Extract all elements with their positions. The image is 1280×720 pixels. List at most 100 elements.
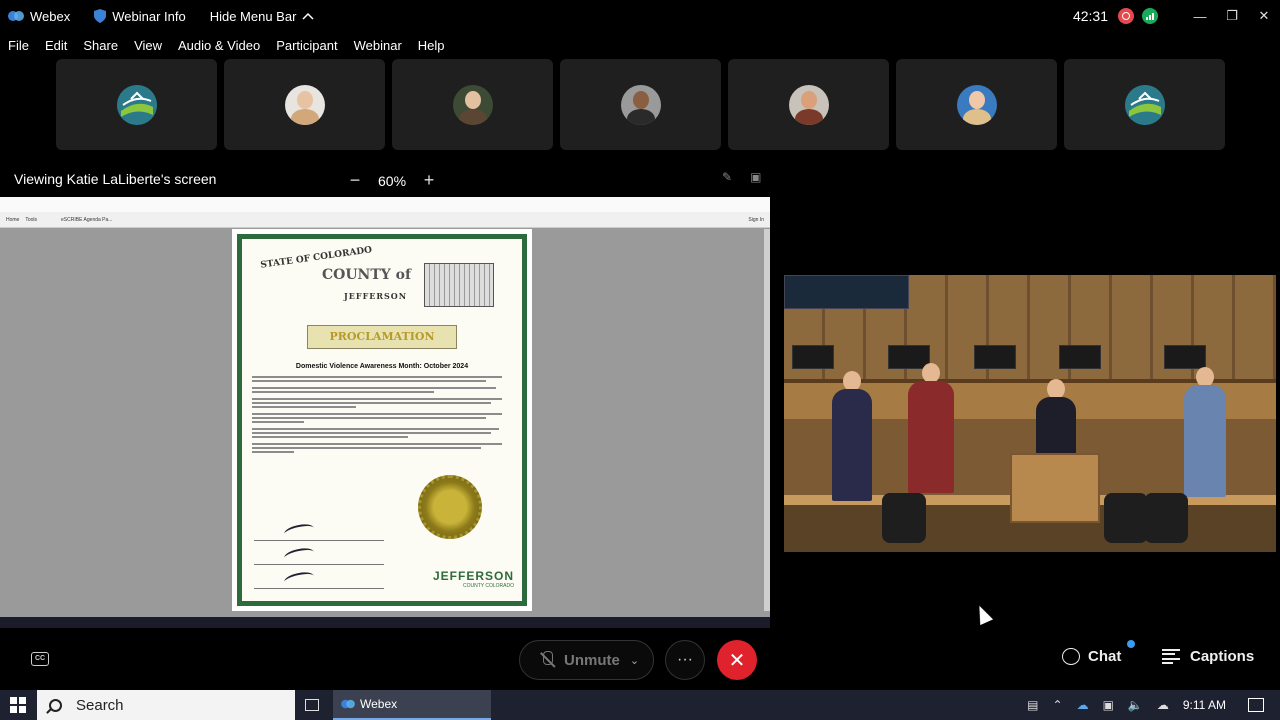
webex-icon xyxy=(341,699,355,709)
menu-share[interactable]: Share xyxy=(83,38,118,53)
shared-screen[interactable]: Home Tools eSCRIBE Agenda Pa... Sign In … xyxy=(0,197,770,628)
participant-strip xyxy=(56,59,1225,150)
annotate-icon[interactable]: ✎ xyxy=(722,170,732,184)
menu-audio-video[interactable]: Audio & Video xyxy=(178,38,260,53)
chevron-down-icon[interactable]: ⌄ xyxy=(630,654,639,667)
leave-meeting-button[interactable]: ✕ xyxy=(717,640,757,680)
unmute-label: Unmute xyxy=(564,651,620,669)
menu-participant[interactable]: Participant xyxy=(276,38,337,53)
doc-header: STATE OF COLORADO COUNTY of JEFFERSON xyxy=(252,245,512,315)
chat-notification-dot xyxy=(1127,640,1135,648)
courthouse-image xyxy=(424,263,494,307)
webinar-info-button[interactable]: Webinar Info xyxy=(94,9,186,24)
more-options-button[interactable]: ··· xyxy=(665,640,705,680)
doc-county: COUNTY of xyxy=(322,267,411,283)
participant-tile[interactable] xyxy=(728,59,889,150)
doc-body xyxy=(252,376,512,453)
chat-icon xyxy=(1062,648,1080,665)
avatar xyxy=(788,84,829,125)
zoom-controls: − 60% + xyxy=(348,170,436,191)
menu-file[interactable]: File xyxy=(8,38,29,53)
participant-tile[interactable] xyxy=(896,59,1057,150)
participant-tile[interactable] xyxy=(56,59,217,150)
taskbar-webex-label: Webex xyxy=(360,697,398,711)
captions-icon xyxy=(1162,648,1180,665)
taskbar-search-label: Search xyxy=(76,696,124,714)
pop-out-icon[interactable]: ▣ xyxy=(750,170,761,184)
menu-bar: File Edit Share View Audio & Video Parti… xyxy=(0,34,453,56)
doc-title: Domestic Violence Awareness Month: Octob… xyxy=(295,363,469,370)
taskbar-search[interactable]: Search xyxy=(37,690,295,720)
notification-icon[interactable] xyxy=(1248,698,1264,712)
shared-menu xyxy=(0,205,770,212)
chat-label: Chat xyxy=(1088,648,1122,665)
unmute-button[interactable]: Unmute ⌄ xyxy=(519,640,654,680)
participant-tile[interactable] xyxy=(1064,59,1225,150)
participant-tile[interactable] xyxy=(392,59,553,150)
shared-window-title xyxy=(0,197,770,205)
onedrive-small-icon[interactable]: ☁ xyxy=(1157,698,1169,712)
menu-view[interactable]: View xyxy=(134,38,162,53)
participant-tile[interactable] xyxy=(224,59,385,150)
shared-tab-home: Home xyxy=(6,216,20,223)
taskbar-webex[interactable]: Webex xyxy=(333,690,491,720)
zoom-level: 60% xyxy=(378,172,407,189)
county-logo-avatar xyxy=(116,84,157,125)
avatar xyxy=(452,84,493,125)
shared-scrollbar xyxy=(764,229,770,611)
shared-tabs: Home Tools eSCRIBE Agenda Pa... Sign In xyxy=(0,212,770,228)
chat-button[interactable]: Chat xyxy=(1062,648,1121,665)
task-view-icon[interactable] xyxy=(295,690,329,720)
system-tray: ▤ ⌃ ☁ ▣ 🔈 ☁ 9:11 AM xyxy=(1027,690,1280,720)
avatar xyxy=(284,84,325,125)
shared-taskbar xyxy=(0,617,770,628)
webex-logo: Webex xyxy=(8,9,70,24)
windows-start-icon[interactable] xyxy=(0,690,36,720)
volume-icon[interactable]: 🔈 xyxy=(1128,698,1143,712)
participant-tile[interactable] xyxy=(560,59,721,150)
hide-menu-bar-button[interactable]: Hide Menu Bar xyxy=(210,9,315,24)
meeting-timer: 42:31 xyxy=(1072,8,1108,24)
title-bar: Webex Webinar Info Hide Menu Bar 42:31 —… xyxy=(0,0,1280,32)
minimize-icon[interactable]: — xyxy=(1184,0,1216,32)
proclamation-ribbon: PROCLAMATION xyxy=(307,325,457,349)
network-icon[interactable]: ▣ xyxy=(1103,698,1114,712)
shared-tab-file: eSCRIBE Agenda Pa... xyxy=(61,216,113,223)
closed-caption-icon[interactable]: CC xyxy=(31,652,49,666)
chevron-up-icon[interactable]: ⌃ xyxy=(1053,698,1063,712)
avatar xyxy=(620,84,661,125)
county-logo-avatar xyxy=(1124,84,1165,125)
menu-webinar[interactable]: Webinar xyxy=(354,38,402,53)
app-name: Webex xyxy=(30,8,71,24)
shared-sign-in: Sign In xyxy=(748,216,764,223)
zoom-in-button[interactable]: + xyxy=(422,170,436,191)
doc-county-name: JEFFERSON xyxy=(344,291,408,301)
shared-tab-tools: Tools xyxy=(25,216,38,223)
menu-help[interactable]: Help xyxy=(418,38,445,53)
mic-muted-icon xyxy=(538,650,556,670)
zoom-out-button[interactable]: − xyxy=(348,170,362,191)
presenter-video[interactable] xyxy=(784,275,1276,552)
captions-label: Captions xyxy=(1190,648,1255,665)
county-seal xyxy=(418,475,482,539)
news-icon[interactable]: ▤ xyxy=(1027,698,1038,712)
signatures xyxy=(254,517,384,589)
menu-edit[interactable]: Edit xyxy=(45,38,67,53)
avatar xyxy=(956,84,997,125)
windows-taskbar: Search Webex ▤ ⌃ ☁ ▣ 🔈 ☁ 9:11 AM xyxy=(0,690,1280,720)
taskbar-clock[interactable]: 9:11 AM xyxy=(1183,698,1226,712)
search-icon xyxy=(49,698,62,712)
recording-icon[interactable] xyxy=(1118,8,1134,24)
close-icon[interactable]: ✕ xyxy=(1248,0,1280,32)
chevron-up-icon xyxy=(302,12,314,20)
webex-icon xyxy=(8,11,24,21)
restore-icon[interactable]: ❐ xyxy=(1216,0,1248,32)
network-stats-icon[interactable] xyxy=(1142,8,1158,24)
mouse-cursor xyxy=(972,602,994,626)
jefferson-logo: JEFFERSON COUNTY COLORADO xyxy=(432,569,514,589)
captions-button[interactable]: Captions xyxy=(1162,648,1254,665)
onedrive-icon[interactable]: ☁ xyxy=(1077,698,1089,712)
video-inset xyxy=(784,275,909,309)
viewing-screen-label: Viewing Katie LaLiberte's screen xyxy=(14,171,217,187)
meeting-controls: CC Unmute ⌄ ··· ✕ Chat Captions xyxy=(0,640,1280,680)
